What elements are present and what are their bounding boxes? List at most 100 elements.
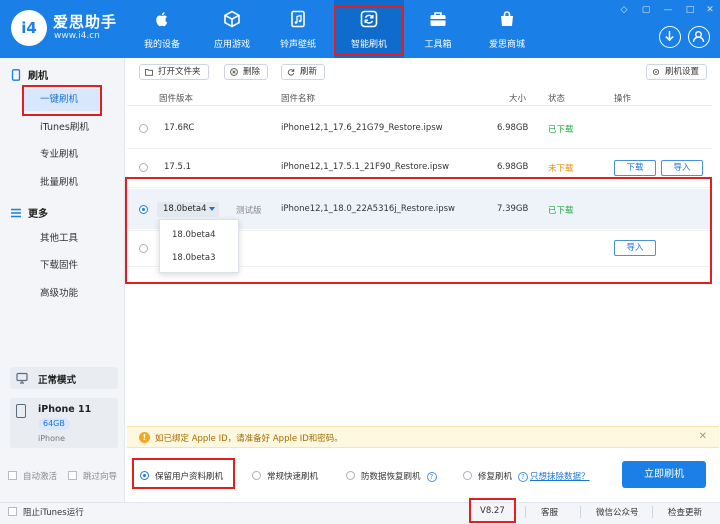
version-select[interactable]: 18.0beta4: [157, 202, 219, 217]
repair-flash-option[interactable]: 修复刷机? 只想抹除数据？: [463, 470, 590, 482]
option-label: 保留用户资料刷机: [155, 472, 224, 482]
brand-name: 爱思助手: [53, 13, 118, 31]
device-capacity-badge: 64GB: [38, 418, 70, 430]
divider: [652, 506, 653, 518]
dropdown-option[interactable]: 18.0beta3: [172, 253, 216, 263]
erase-data-link[interactable]: 只想抹除数据？: [530, 472, 590, 482]
dropdown-option[interactable]: 18.0beta4: [172, 230, 216, 240]
download-button[interactable]: 下载: [614, 160, 656, 176]
checkbox-box[interactable]: [8, 471, 17, 480]
toolbox-icon: [430, 12, 446, 26]
button-label: 打开文件夹: [158, 67, 201, 77]
firmware-size: 7.39GB: [497, 204, 529, 214]
device-type: iPhone: [38, 434, 66, 443]
checkbox-label: 自动激活: [23, 472, 58, 482]
divider: [525, 506, 526, 518]
nav-apps-games[interactable]: 应用游戏: [197, 0, 267, 58]
refresh-button[interactable]: 刷新: [281, 64, 326, 80]
phone-icon: [11, 69, 21, 81]
section-label: 刷机: [28, 71, 48, 82]
firmware-status: 已下载: [548, 125, 574, 135]
nav-ringtones-wallpapers[interactable]: 铃声壁纸: [263, 0, 333, 58]
button-label: 刷机设置: [665, 67, 700, 77]
sidebar-section-more: 更多: [10, 205, 48, 220]
nav-toolbox[interactable]: 工具箱: [403, 0, 473, 58]
divider: [580, 506, 581, 518]
i4-logo: i4: [11, 10, 47, 46]
auto-activate-checkbox[interactable]: 自动激活: [8, 470, 57, 482]
flash-settings-button[interactable]: 刷机设置: [646, 64, 708, 80]
sidebar-item-pro-flash[interactable]: 专业刷机: [22, 144, 102, 166]
firmware-version: 17.5.1: [164, 162, 192, 172]
caret-down-icon: [209, 207, 215, 211]
delete-x-icon: [230, 68, 238, 76]
sidebar-item-one-click-flash[interactable]: 一键刷机: [22, 89, 102, 111]
block-itunes-checkbox[interactable]: 阻止iTunes运行: [8, 506, 84, 518]
check-update-link[interactable]: 检查更新: [668, 506, 702, 518]
settings-icon[interactable]: ▢: [640, 4, 652, 16]
info-icon: !: [139, 432, 150, 443]
checkbox-box[interactable]: [68, 471, 77, 480]
option-radio[interactable]: [346, 471, 355, 480]
skin-icon[interactable]: ◇: [618, 4, 630, 16]
sidebar-item-other-tools[interactable]: 其他工具: [22, 228, 102, 250]
option-radio[interactable]: [463, 471, 472, 480]
col-header-status: 状态: [548, 94, 566, 104]
close-icon[interactable]: ✕: [704, 4, 716, 16]
help-icon[interactable]: ?: [518, 472, 529, 482]
shopping-bag-icon: [501, 11, 513, 26]
checkbox-label: 跳过向导: [83, 472, 118, 482]
header-bar: i4 爱思助手 www.i4.cn 我的设备 应用游戏 铃声壁纸 智能刷机 工具…: [0, 0, 720, 58]
gear-icon: [652, 68, 660, 76]
sidebar-item-advanced[interactable]: 高级功能: [22, 283, 102, 305]
quick-flash-option[interactable]: 常规快速刷机: [252, 470, 318, 482]
close-notice-icon[interactable]: ✕: [699, 431, 707, 442]
sidebar-item-batch-flash[interactable]: 批量刷机: [22, 172, 102, 194]
beta-tag: 测试版: [236, 206, 262, 216]
import-button[interactable]: 导入: [661, 160, 703, 176]
open-folder-button[interactable]: 打开文件夹: [139, 64, 209, 80]
row-radio[interactable]: [139, 163, 148, 172]
firmware-size: 6.98GB: [497, 123, 529, 133]
customer-service-link[interactable]: 客服: [541, 506, 558, 518]
download-manager-button[interactable]: [659, 26, 681, 48]
nav-my-device[interactable]: 我的设备: [127, 0, 197, 58]
option-radio[interactable]: [252, 471, 261, 480]
skip-guide-checkbox[interactable]: 跳过向导: [68, 470, 117, 482]
sidebar-section-flash: 刷机: [10, 67, 48, 82]
iphone-icon: [16, 404, 26, 418]
button-label: 删除: [243, 67, 261, 77]
col-header-size: 大小: [509, 94, 527, 104]
delete-button[interactable]: 删除: [224, 64, 269, 80]
checkbox-box[interactable]: [8, 507, 17, 516]
help-icon[interactable]: ?: [426, 472, 437, 482]
row-radio[interactable]: [139, 124, 148, 133]
col-header-action: 操作: [614, 94, 632, 104]
row-radio[interactable]: [139, 244, 148, 253]
app-window: i4 爱思助手 www.i4.cn 我的设备 应用游戏 铃声壁纸 智能刷机 工具…: [0, 0, 720, 524]
firmware-status: 未下载: [548, 164, 574, 174]
sidebar-item-itunes-flash[interactable]: iTunes刷机: [22, 117, 102, 139]
wechat-link[interactable]: 微信公众号: [596, 506, 639, 518]
apple-id-notice: ! 如已绑定 Apple ID，请准备好 Apple ID和密码。 ✕: [127, 426, 719, 448]
option-label: 常规快速刷机: [267, 472, 319, 482]
refresh-box-icon: [360, 10, 378, 28]
firmware-size: 6.98GB: [497, 162, 529, 172]
firmware-name: iPhone12,1_18.0_22A5316j_Restore.ipsw: [281, 204, 456, 214]
option-radio-checked[interactable]: [140, 471, 149, 480]
menu-lines-icon: [11, 208, 21, 218]
minimize-icon[interactable]: —: [662, 4, 674, 16]
import-button[interactable]: 导入: [614, 240, 656, 256]
firmware-name: iPhone12,1_17.5.1_21F90_Restore.ipsw: [281, 162, 450, 172]
row-radio-checked[interactable]: [139, 205, 148, 214]
anti-recovery-flash-option[interactable]: 防数据恢复刷机?: [346, 470, 437, 482]
sidebar-item-download-firmware[interactable]: 下载固件: [22, 255, 102, 277]
download-arrow-icon: [665, 31, 674, 42]
maximize-icon[interactable]: □: [684, 4, 696, 16]
flash-now-button[interactable]: 立即刷机: [622, 461, 706, 488]
nav-smart-flash[interactable]: 智能刷机: [334, 0, 404, 58]
col-header-version: 固件版本: [159, 94, 194, 104]
user-account-button[interactable]: [688, 26, 710, 48]
keep-data-flash-option[interactable]: 保留用户资料刷机: [140, 470, 223, 482]
nav-i4-store[interactable]: 爱思商城: [472, 0, 542, 58]
